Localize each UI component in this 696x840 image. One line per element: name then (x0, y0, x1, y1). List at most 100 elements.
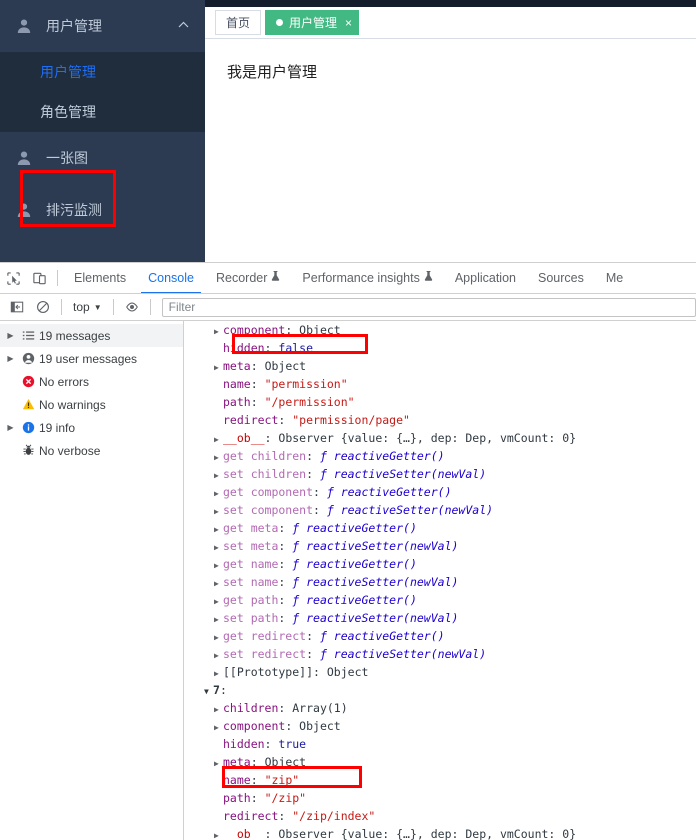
console-property-key: __ob__ (223, 431, 265, 445)
clear-console-icon[interactable] (30, 294, 56, 320)
console-line[interactable]: ▶ children: Array(1) (184, 699, 696, 717)
console-line[interactable]: ▶ get meta: ƒ reactiveGetter() (184, 519, 696, 537)
console-property-key: path (223, 791, 251, 805)
devtools-tab-label: Application (454, 271, 516, 285)
tab-elements[interactable]: Elements (63, 263, 137, 293)
console-sidebar-item-errors[interactable]: ▶ No errors (0, 370, 183, 393)
console-line[interactable]: ▶ __ob__: Observer {value: {…}, dep: Dep,… (184, 825, 696, 840)
console-line[interactable]: ▶hidden: false (184, 339, 696, 357)
screenshot-root: 用户管理 用户管理 角色管理 一张图 排污监测 首页 用户管理 × 我是用户管理… (0, 0, 696, 840)
devtools-tab-label: Sources (537, 271, 584, 285)
console-line[interactable]: ▶name: "zip" (184, 771, 696, 789)
console-output[interactable]: ▶component: Object▶hidden: false▶meta: O… (184, 321, 696, 840)
console-line[interactable]: ▶ meta: Object (184, 753, 696, 771)
sidebar-item-user-management[interactable]: 用户管理 (0, 52, 205, 92)
console-separator: : (250, 773, 265, 787)
inspect-element-icon[interactable] (0, 265, 26, 291)
devtools-tab-label: Recorder (215, 271, 268, 285)
console-line[interactable]: ▶ component: Object (184, 321, 696, 339)
console-sidebar-item-user-messages[interactable]: ▶ 19 user messages (0, 347, 183, 370)
warning-icon (17, 398, 39, 411)
tab-console[interactable]: Console (137, 263, 205, 293)
console-sidebar-item-verbose[interactable]: ▶ No verbose (0, 439, 183, 462)
tab-memory[interactable]: Me (595, 263, 634, 293)
console-line[interactable]: ▶ __ob__: Observer {value: {…}, dep: Dep,… (184, 429, 696, 447)
sidebar-menu-user-management[interactable]: 用户管理 (0, 0, 205, 52)
console-line[interactable]: ▶path: "/zip" (184, 789, 696, 807)
console-property-value: Observer {value: {…}, dep: Dep, vmCount:… (278, 431, 577, 445)
console-property-value: "permission/page" (292, 413, 410, 427)
console-line[interactable]: ▶ get children: ƒ reactiveGetter() (184, 447, 696, 465)
console-line[interactable]: ▶path: "/permission" (184, 393, 696, 411)
console-property-key: set redirect (223, 647, 307, 661)
user-icon (14, 202, 34, 218)
console-property-key: set name (223, 575, 279, 589)
console-separator: : (313, 665, 327, 679)
console-sidebar-item-info[interactable]: ▶ 19 info (0, 416, 183, 439)
console-property-key: get children (223, 449, 307, 463)
console-line[interactable]: ▶ meta: Object (184, 357, 696, 375)
console-separator: : (264, 737, 279, 751)
tab-user-management[interactable]: 用户管理 × (265, 10, 360, 35)
chevron-up-icon[interactable] (178, 19, 189, 31)
console-property-key: get name (223, 557, 279, 571)
console-line[interactable]: ▶ get component: ƒ reactiveGetter() (184, 483, 696, 501)
console-property-value: Array(1) (292, 701, 348, 715)
console-line[interactable]: ▶ [[Prototype]]: Object (184, 663, 696, 681)
console-property-value: ƒ reactiveSetter(newVal) (292, 539, 459, 553)
tab-performance-insights[interactable]: Performance insights (291, 263, 443, 293)
console-line[interactable]: ▶ set children: ƒ reactiveSetter(newVal) (184, 465, 696, 483)
console-separator: : (306, 449, 320, 463)
console-property-value: Object (299, 719, 341, 733)
live-expression-icon[interactable] (119, 294, 145, 320)
console-line[interactable]: ▶ set redirect: ƒ reactiveSetter(newVal) (184, 645, 696, 663)
chevron-down-icon[interactable]: ▼ (204, 683, 213, 701)
console-line[interactable]: ▶ set meta: ƒ reactiveSetter(newVal) (184, 537, 696, 555)
console-property-value: "/zip/index" (292, 809, 376, 823)
console-line[interactable]: ▶ get name: ƒ reactiveGetter() (184, 555, 696, 573)
console-separator: : (250, 377, 265, 391)
console-property-value: ƒ reactiveSetter(newVal) (292, 611, 459, 625)
console-property-key: component (223, 719, 286, 733)
console-line[interactable]: ▶name: "permission" (184, 375, 696, 393)
console-property-value: ƒ reactiveGetter() (292, 593, 417, 607)
console-line[interactable]: ▶ set path: ƒ reactiveSetter(newVal) (184, 609, 696, 627)
console-line[interactable]: ▼ 7: (184, 681, 696, 699)
console-line[interactable]: ▶ component: Object (184, 717, 696, 735)
context-selector[interactable]: top ▼ (67, 300, 108, 314)
console-line[interactable]: ▶ set name: ƒ reactiveSetter(newVal) (184, 573, 696, 591)
console-line[interactable]: ▶redirect: "/zip/index" (184, 807, 696, 825)
tab-recorder[interactable]: Recorder (205, 263, 291, 293)
console-line[interactable]: ▶ set component: ƒ reactiveSetter(newVal) (184, 501, 696, 519)
console-sidebar-label: No errors (39, 374, 90, 389)
sidebar-item-role-management[interactable]: 角色管理 (0, 92, 205, 132)
console-line[interactable]: ▶hidden: true (184, 735, 696, 753)
chevron-right-icon[interactable]: ▶ (4, 423, 17, 432)
console-line[interactable]: ▶ get path: ƒ reactiveGetter() (184, 591, 696, 609)
close-icon[interactable]: × (345, 17, 352, 29)
console-line[interactable]: ▶ get redirect: ƒ reactiveGetter() (184, 627, 696, 645)
tab-sources[interactable]: Sources (527, 263, 595, 293)
filter-input[interactable] (161, 297, 696, 317)
chevron-right-icon[interactable]: ▶ (4, 354, 17, 363)
tab-application[interactable]: Application (444, 263, 527, 293)
console-sidebar-item-warnings[interactable]: ▶ No warnings (0, 393, 183, 416)
console-sidebar-icon[interactable] (4, 294, 30, 320)
app-tab-bar: 首页 用户管理 × (205, 7, 696, 39)
tab-home[interactable]: 首页 (215, 10, 262, 35)
user-icon (14, 150, 34, 166)
page-title: 我是用户管理 (227, 64, 318, 81)
console-separator: : (264, 827, 279, 840)
console-separator: : (278, 593, 293, 607)
console-property-value: Object (264, 359, 307, 373)
console-property-key: children (223, 701, 279, 715)
console-sidebar-item-messages[interactable]: ▶ 19 messages (0, 324, 183, 347)
console-property-value: ƒ reactiveGetter() (292, 557, 417, 571)
sidebar-item-one-map[interactable]: 一张图 (0, 132, 205, 184)
chevron-right-icon[interactable]: ▶ (4, 331, 17, 340)
device-toolbar-icon[interactable] (26, 265, 52, 291)
chevron-right-icon[interactable]: ▶ (214, 827, 223, 840)
console-line[interactable]: ▶redirect: "permission/page" (184, 411, 696, 429)
console-property-value: Object (264, 755, 307, 769)
sidebar-item-pollution-monitoring[interactable]: 排污监测 (0, 184, 205, 236)
